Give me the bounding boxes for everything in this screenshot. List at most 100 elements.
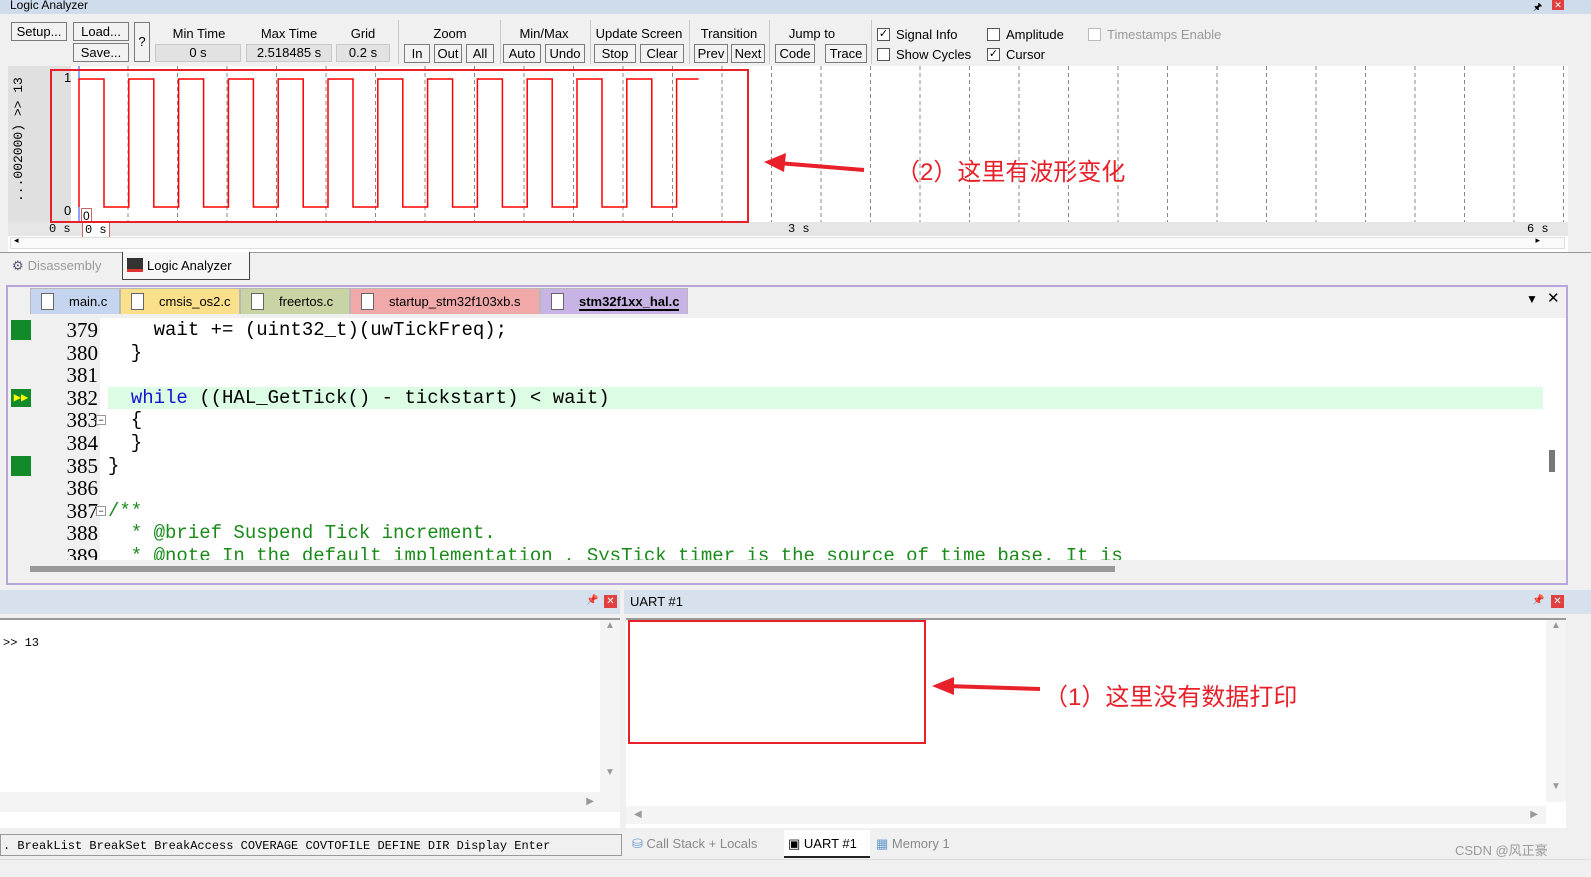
vertical-scroll-thumb[interactable]	[1549, 450, 1555, 472]
code-line[interactable]: 383− {	[8, 409, 1543, 432]
horizontal-scrollbar[interactable]: ▶	[0, 792, 620, 812]
auto-button[interactable]: Auto	[503, 44, 541, 63]
close-icon[interactable]: ✕	[604, 595, 617, 608]
clear-button[interactable]: Clear	[640, 44, 684, 63]
file-tab[interactable]: startup_stm32f103xb.s	[350, 288, 540, 314]
tab-disassembly[interactable]: ⚙ Disassembly	[12, 258, 101, 274]
annotation-box-uart	[628, 620, 926, 744]
pin-icon[interactable]: 🖈	[1533, 0, 1542, 17]
code-text: * @brief Suspend Tick increment.	[108, 522, 496, 545]
fold-icon[interactable]: −	[96, 415, 106, 426]
file-tab[interactable]: main.c	[30, 288, 120, 314]
signal-info-checkbox[interactable]: ✓ Signal Info	[877, 27, 957, 42]
code-line[interactable]: 381	[8, 364, 1543, 387]
amplitude-checkbox[interactable]: Amplitude	[987, 27, 1064, 42]
breakpoint-marker[interactable]	[11, 455, 31, 476]
command-input[interactable]: . BreakList BreakSet BreakAccess COVERAG…	[0, 834, 622, 856]
tab-memory-1[interactable]: ▦ Memory 1	[876, 836, 950, 852]
command-output-text: >> 13	[3, 636, 40, 650]
pin-icon[interactable]: 📌	[586, 595, 598, 606]
code-line[interactable]: 384 }	[8, 432, 1543, 455]
zoom-all-button[interactable]: All	[466, 44, 494, 63]
load-button[interactable]: Load...	[73, 22, 129, 41]
breakpoint-marker[interactable]	[11, 320, 31, 340]
jump-trace-button[interactable]: Trace	[825, 44, 867, 63]
file-tab[interactable]: freertos.c	[240, 288, 350, 314]
line-number: 383	[66, 408, 99, 433]
window-title: Logic Analyzer	[0, 0, 1591, 14]
tab-label: Logic Analyzer	[147, 258, 232, 273]
annotation-arrow-icon	[764, 153, 865, 172]
file-icon	[551, 293, 564, 310]
file-icon	[361, 293, 374, 310]
tab-label: Memory 1	[891, 836, 950, 851]
fold-icon[interactable]: −	[96, 505, 106, 516]
code-line[interactable]: 379 wait += (uint32_t)(uwTickFreq);	[8, 319, 1543, 342]
update-screen-label: Update Screen	[595, 26, 683, 41]
grid-label: Grid	[350, 26, 376, 41]
save-button[interactable]: Save...	[73, 43, 129, 62]
code-text: while ((HAL_GetTick() - tickstart) < wai…	[130, 386, 610, 409]
jump-code-button[interactable]: Code	[775, 44, 815, 63]
zoom-in-button[interactable]: In	[404, 44, 430, 63]
horizontal-scrollbar[interactable]: ◂ ▸	[10, 235, 1565, 249]
close-icon[interactable]: ✕	[1551, 595, 1564, 608]
cursor-time-label: 0 s	[82, 222, 110, 238]
code-line[interactable]: 380 }	[8, 342, 1543, 365]
next-button[interactable]: Next	[731, 44, 765, 63]
file-tab-label: cmsis_os2.c	[159, 294, 231, 309]
horizontal-scrollbar[interactable]: ◀ ▶	[626, 806, 1546, 824]
signal-name[interactable]: ...002000) >> 13	[11, 70, 39, 210]
file-tab-label: startup_stm32f103xb.s	[389, 294, 521, 309]
command-panel-header	[0, 590, 620, 614]
tab-uart-1[interactable]: ▣ UART #1	[784, 830, 870, 858]
cursor-checkbox[interactable]: ✓ Cursor	[987, 47, 1045, 62]
tab-list-dropdown-icon[interactable]: ▼	[1526, 292, 1538, 306]
tab-logic-analyzer[interactable]: Logic Analyzer	[122, 252, 250, 280]
code-text: }	[108, 341, 143, 364]
show-cycles-checkbox[interactable]: Show Cycles	[877, 47, 971, 62]
uart-icon: ▣	[788, 836, 804, 851]
code-line[interactable]: 389 * @note In the default implementatio…	[8, 545, 1543, 560]
vertical-scrollbar[interactable]: ▲ ▼	[600, 620, 620, 792]
help-button[interactable]: ?	[134, 22, 150, 62]
line-number: 388	[66, 521, 99, 546]
timestamps-label: Timestamps Enable	[1107, 27, 1222, 42]
code-line[interactable]: 388 * @brief Suspend Tick increment.	[8, 522, 1543, 545]
file-tab[interactable]: stm32f1xx_hal.c	[540, 288, 688, 314]
horizontal-scroll-thumb[interactable]	[30, 566, 1115, 572]
file-tab[interactable]: cmsis_os2.c	[120, 288, 240, 314]
stop-button[interactable]: Stop	[594, 44, 636, 63]
code-line[interactable]: 387−/**	[8, 500, 1543, 523]
signal-info-label: Signal Info	[896, 27, 958, 42]
file-icon	[251, 293, 264, 310]
close-icon[interactable]: ✕	[1552, 0, 1564, 10]
memory-icon: ▦	[876, 836, 892, 851]
command-output[interactable]: >> 13 ▲ ▼ ▶	[0, 618, 620, 828]
max-time-label: Max Time	[260, 26, 318, 41]
min-time-label: Min Time	[172, 26, 226, 41]
timestamps-checkbox[interactable]: Timestamps Enable	[1088, 27, 1221, 42]
tab-call-stack[interactable]: ⛁ Call Stack + Locals	[632, 836, 757, 852]
line-number: 384	[66, 431, 99, 455]
annotation-box-waveform	[50, 69, 749, 223]
vertical-scrollbar[interactable]: ▲ ▼	[1546, 620, 1566, 802]
code-line[interactable]: 385}	[8, 455, 1543, 478]
code-line[interactable]: ▶▶ 382 while ((HAL_GetTick() - tickstart)…	[8, 386, 1543, 410]
close-file-icon[interactable]: ✕	[1547, 289, 1560, 307]
time-label: 3 s	[788, 222, 810, 236]
file-tab-label: stm32f1xx_hal.c	[579, 294, 680, 311]
code-line[interactable]: 386	[8, 477, 1543, 500]
setup-button[interactable]: Setup...	[11, 22, 67, 41]
prev-button[interactable]: Prev	[694, 44, 728, 63]
disassembly-icon: ⚙	[12, 258, 24, 273]
code-text: * @note In the default implementation , …	[108, 545, 1123, 560]
amplitude-label: Amplitude	[1006, 27, 1064, 42]
grid-value: 0.2 s	[336, 44, 390, 62]
code-text: /**	[108, 499, 143, 522]
pin-icon[interactable]: 📌	[1532, 595, 1544, 606]
code-editor[interactable]: 379 wait += (uint32_t)(uwTickFreq); 380 }…	[8, 318, 1566, 560]
undo-button[interactable]: Undo	[545, 44, 585, 63]
zoom-out-button[interactable]: Out	[434, 44, 462, 63]
annotation-arrow-icon	[932, 677, 1041, 695]
